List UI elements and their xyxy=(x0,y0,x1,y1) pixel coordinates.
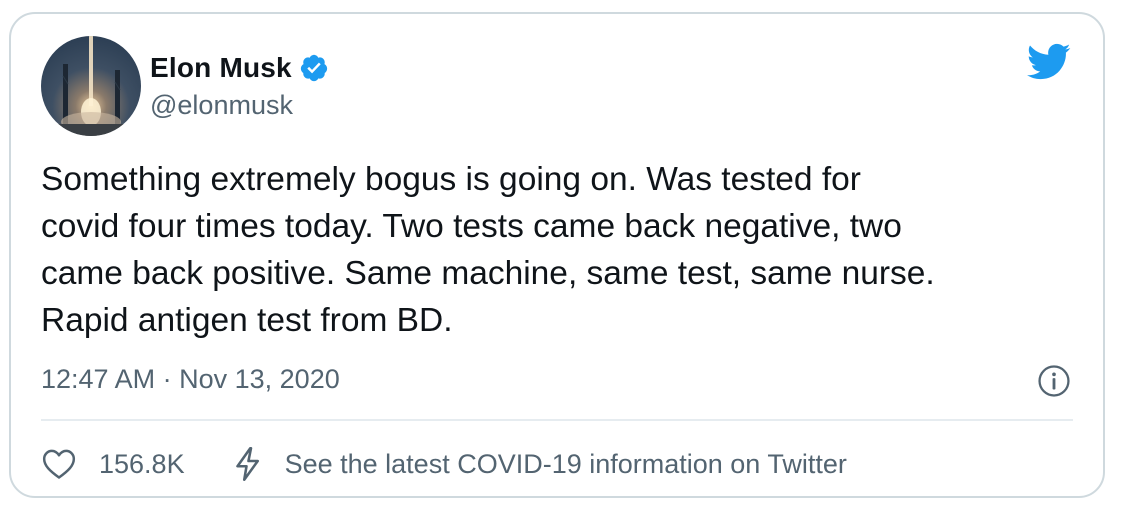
twitter-bird-icon[interactable] xyxy=(1027,42,1071,82)
author-handle[interactable]: @elonmusk xyxy=(150,90,293,121)
verified-badge-icon xyxy=(300,54,327,82)
covid-info-link[interactable]: See the latest COVID-19 information on T… xyxy=(233,446,847,482)
tweet-text: Something extremely bogus is going on. W… xyxy=(41,161,935,339)
tweet-time: 12:47 AM xyxy=(41,364,156,394)
covid-info-label: See the latest COVID-19 information on T… xyxy=(284,448,847,479)
author-row: Elon Musk xyxy=(150,48,329,88)
tweet-timestamp[interactable]: 12:47 AM · Nov 13, 2020 xyxy=(41,364,340,395)
lightning-bolt-icon xyxy=(235,446,259,482)
like-button[interactable]: 156.8K xyxy=(41,448,185,480)
like-count: 156.8K xyxy=(99,448,185,479)
heart-icon xyxy=(42,449,76,479)
tweet-card: Elon Musk @elonmusk Something extremely … xyxy=(9,12,1105,498)
tweet-date: Nov 13, 2020 xyxy=(179,364,340,394)
author-name[interactable]: Elon Musk xyxy=(150,52,292,84)
tweet-actions: 156.8K See the latest COVID-19 informati… xyxy=(41,442,847,486)
timestamp-separator: · xyxy=(162,364,172,394)
divider xyxy=(41,419,1073,421)
avatar-image xyxy=(41,36,141,136)
avatar[interactable] xyxy=(41,36,141,136)
info-icon[interactable] xyxy=(1037,364,1071,398)
